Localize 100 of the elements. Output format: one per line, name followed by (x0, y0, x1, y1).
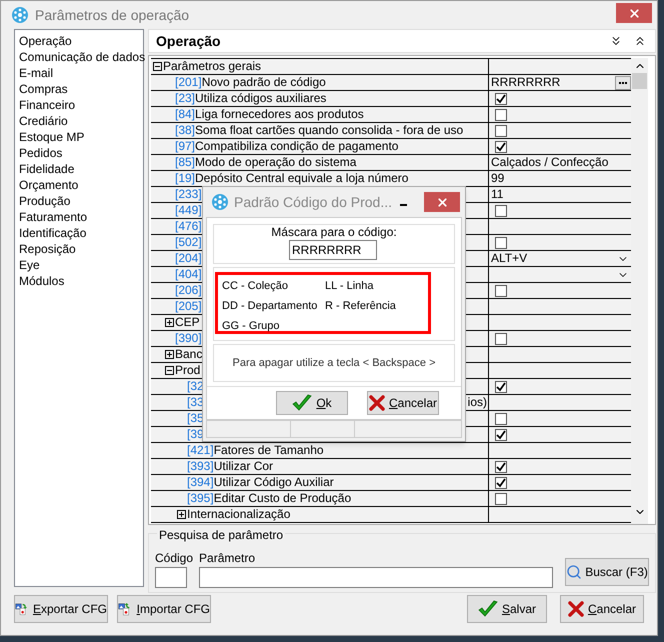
value-text: RRRRRRRR (490, 75, 560, 90)
import-button[interactable]: Importar CFG (117, 595, 211, 624)
legend-item: CC - Coleção (222, 279, 290, 294)
checkbox[interactable] (495, 124, 507, 137)
value-text: 99 (490, 171, 504, 186)
sidebar-item[interactable]: Pedidos (19, 145, 143, 162)
parameter-code: [502] (175, 235, 202, 250)
checkbox[interactable] (495, 492, 507, 505)
legend-item: GG - Grupo (222, 319, 280, 334)
close-icon (628, 6, 640, 20)
value-text: Calçados / Confecção (490, 155, 608, 170)
checkbox[interactable] (495, 108, 507, 121)
sidebar-item[interactable]: Financeiro (19, 97, 143, 114)
cancel-button[interactable]: Cancelar (560, 595, 644, 624)
parameter-input[interactable] (199, 567, 554, 588)
dropdown-field[interactable]: ALT+V (489, 251, 631, 266)
expand-toggle[interactable] (177, 510, 186, 520)
expand-toggle[interactable] (165, 350, 174, 360)
parameter-label: Utiliza códigos auxiliares (195, 91, 326, 106)
ok-button[interactable]: Ok (276, 391, 348, 415)
group-label: CEP (175, 315, 200, 330)
parameter-code: [395] (187, 491, 214, 506)
sidebar-item[interactable]: Operação (19, 33, 143, 50)
checkbox[interactable] (495, 204, 507, 217)
group-label: Prod (175, 363, 200, 378)
code-input[interactable] (155, 567, 187, 588)
export-button[interactable]: Exportar CFG (14, 595, 108, 624)
search-icon (566, 564, 582, 580)
parameter-code: [476] (175, 219, 202, 234)
parameter-label: Fatores de Tamanho (214, 443, 324, 458)
collapse-toggle[interactable] (153, 62, 162, 72)
parameter-code: [394] (187, 475, 214, 490)
sidebar-item[interactable]: Identificação (19, 225, 143, 242)
search-button[interactable]: Buscar (F3) (565, 558, 650, 586)
panel-title: Operação (156, 32, 222, 51)
checkbox[interactable] (495, 460, 507, 473)
close-button[interactable] (424, 192, 460, 212)
parameter-label: Parâmetro (199, 550, 256, 568)
sidebar-item[interactable]: Orçamento (19, 177, 143, 194)
parameter-label: Depósito Central equivale a loja número (195, 171, 408, 186)
ellipsis-button[interactable] (615, 76, 631, 90)
sidebar-item[interactable]: E-mail (19, 65, 143, 82)
scrollbar[interactable] (631, 58, 648, 524)
checkbox[interactable] (495, 428, 507, 441)
collapse-toggle[interactable] (165, 366, 174, 376)
parameter-code: [206] (175, 283, 202, 298)
mask-label: Máscara para o código: (271, 225, 397, 240)
mask-input[interactable]: RRRRRRRR (289, 240, 377, 260)
checkbox[interactable] (495, 236, 507, 249)
sidebar-item[interactable]: Fidelidade (19, 161, 143, 178)
sidebar-item[interactable]: Faturamento (19, 209, 143, 226)
scroll-thumb[interactable] (632, 73, 647, 90)
group-label: Internacionalização (187, 507, 290, 522)
cross-icon (368, 395, 385, 411)
checkbox[interactable] (495, 412, 507, 425)
checkbox[interactable] (495, 92, 507, 105)
checkbox[interactable] (495, 140, 507, 153)
parameter-label: ios) (468, 395, 488, 410)
parameter-code: [204] (175, 251, 202, 266)
checkbox[interactable] (495, 332, 507, 345)
parameter-code: [449] (175, 203, 202, 218)
expand-toggle[interactable] (165, 318, 174, 328)
sidebar-item[interactable]: Eye (19, 257, 143, 274)
code-label: Código (155, 550, 194, 568)
parameter-code: [23] (175, 91, 196, 106)
value-text: 11 (490, 187, 504, 202)
parameter-code: [421] (187, 443, 214, 458)
sidebar-item[interactable]: Reposição (19, 241, 143, 258)
sidebar-item[interactable]: Produção (19, 193, 143, 210)
parameter-label: Liga fornecedores aos produtos (195, 107, 364, 122)
sidebar-item[interactable]: Compras (19, 81, 143, 98)
cancel-button[interactable]: Cancelar (367, 391, 439, 415)
parameter-code: [205] (175, 299, 202, 314)
group-label: Banc (175, 347, 202, 362)
app-icon (211, 193, 229, 211)
checkbox[interactable] (495, 380, 507, 393)
group-label: Parâmetros gerais (163, 59, 262, 74)
dialog-title: Padrão Código do Prod... (234, 192, 393, 212)
sidebar-item[interactable]: Crediário (19, 113, 143, 130)
parameter-code: [393] (187, 459, 214, 474)
parameter-code: [390] (175, 331, 202, 346)
parameter-label: Modo de operação do sistema (195, 155, 356, 170)
sidebar-item[interactable]: Estoque MP (19, 129, 143, 146)
parameter-label: Editar Custo de Produção (214, 491, 352, 506)
save-button[interactable]: Salvar (467, 595, 547, 624)
sidebar-item[interactable]: Módulos (19, 273, 143, 290)
parameter-code: [85] (175, 155, 196, 170)
checkbox[interactable] (495, 476, 507, 489)
parameter-code: [38] (175, 123, 196, 138)
parameter-label: Utilizar Código Auxiliar (214, 475, 334, 490)
checkbox[interactable] (495, 284, 507, 297)
legend-item: R - Referência (325, 299, 397, 314)
parameter-code: [404] (175, 267, 202, 282)
parameter-code: [19] (175, 171, 196, 186)
sidebar-item[interactable]: Comunicação de dados (19, 49, 143, 66)
close-button[interactable] (616, 3, 652, 24)
check-icon (478, 600, 498, 618)
legend-item: LL - Linha (325, 279, 375, 294)
cross-icon (568, 601, 584, 618)
window-title: Parâmetros de operação (35, 6, 190, 25)
